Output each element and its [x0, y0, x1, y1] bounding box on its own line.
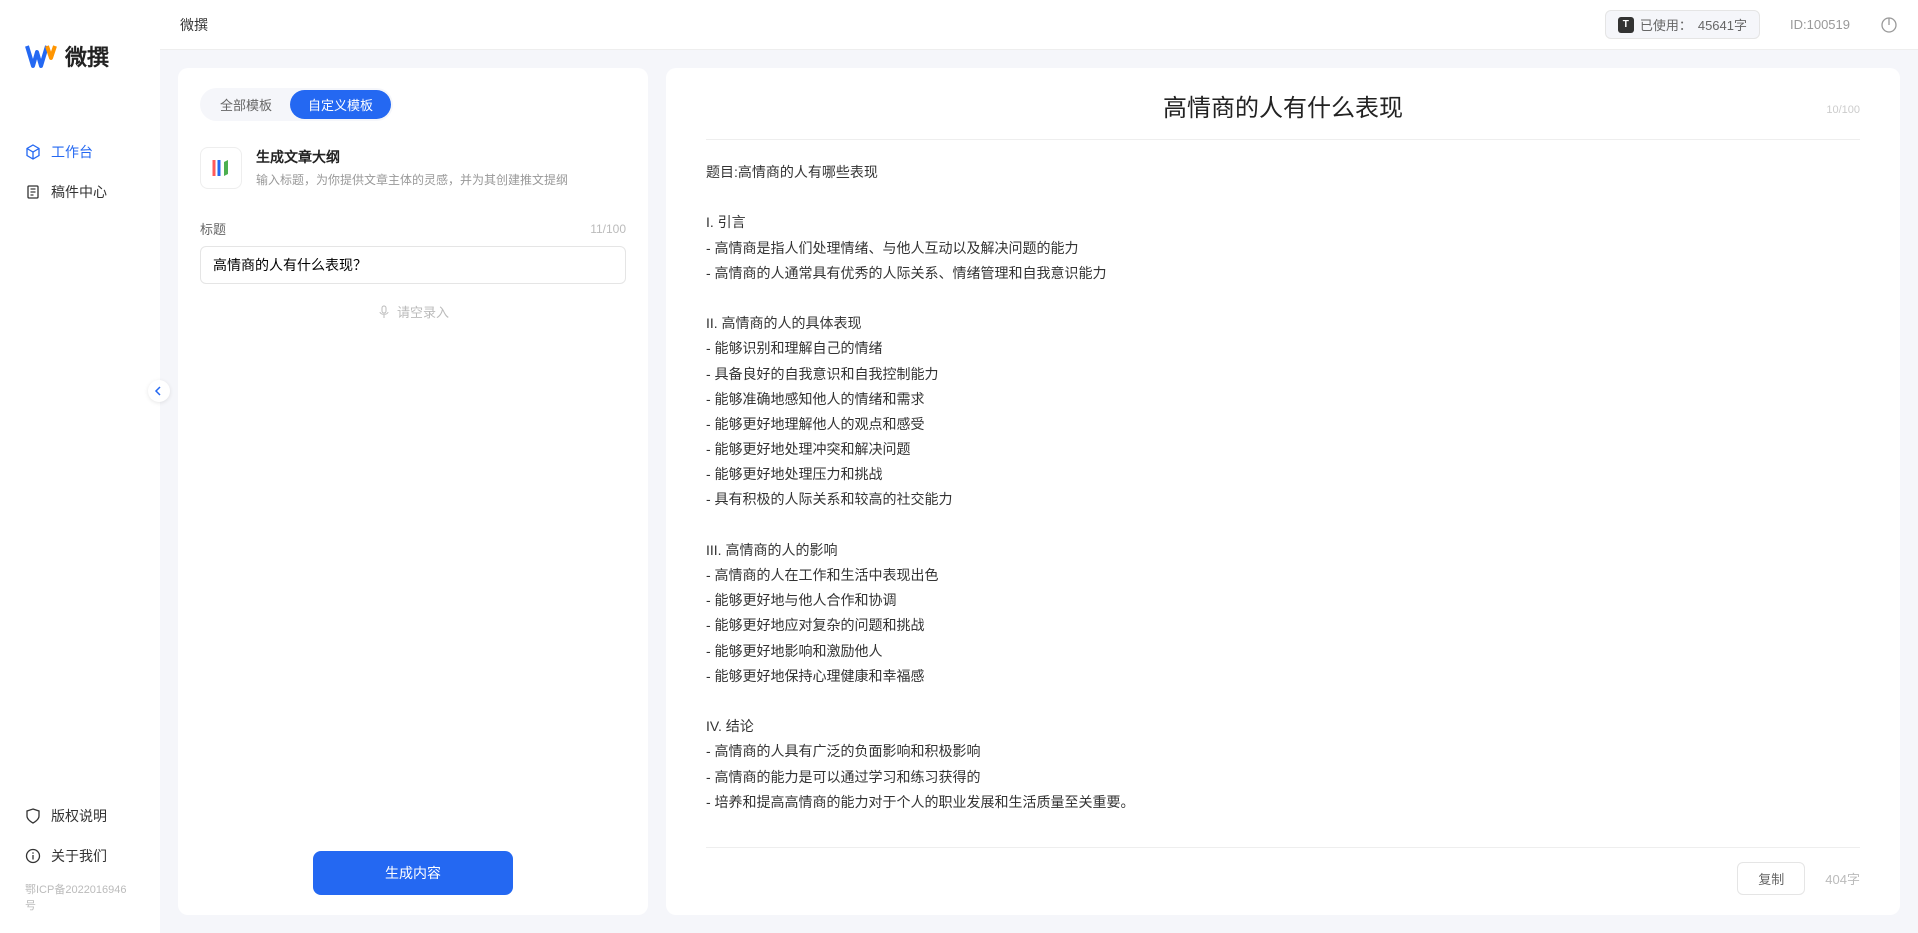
nav-label: 版权说明 [51, 806, 107, 826]
tab-all-templates[interactable]: 全部模板 [202, 90, 290, 119]
input-panel: 全部模板 自定义模板 [178, 68, 648, 915]
voice-input-row[interactable]: 请空录入 [200, 302, 626, 321]
output-body[interactable]: 题目:高情商的人有哪些表现 I. 引言 - 高情商是指人们处理情绪、与他人互动以… [706, 160, 1860, 847]
logo-text: 微撰 [65, 40, 109, 72]
tab-custom-template[interactable]: 自定义模板 [290, 90, 391, 119]
output-panel: 高情商的人有什么表现 10/100 题目:高情商的人有哪些表现 I. 引言 - … [666, 68, 1900, 915]
voice-hint: 请空录入 [397, 302, 449, 321]
shield-icon [25, 808, 41, 824]
usage-prefix: 已使用： [1640, 15, 1692, 34]
logo: 微撰 [0, 20, 160, 102]
nav-label: 关于我们 [51, 846, 107, 866]
nav-about[interactable]: 关于我们 [0, 836, 160, 876]
generate-button[interactable]: 生成内容 [313, 851, 513, 895]
template-icon [200, 147, 242, 189]
nav-drafts[interactable]: 稿件中心 [0, 172, 160, 212]
info-icon [25, 848, 41, 864]
nav-copyright[interactable]: 版权说明 [0, 796, 160, 836]
icp-text: 鄂ICP备2022016946号 [0, 876, 160, 918]
usage-badge[interactable]: T 已使用： 45641字 [1605, 10, 1760, 39]
output-title-count: 10/100 [1826, 104, 1860, 116]
nav: 工作台 稿件中心 [0, 102, 160, 796]
title-char-count: 11/100 [590, 222, 626, 236]
template-tabs: 全部模板 自定义模板 [200, 88, 393, 121]
sidebar: 微撰 工作台 稿件中心 版权说明 [0, 0, 160, 933]
logo-icon [25, 40, 57, 72]
cube-icon [25, 144, 41, 160]
mic-icon [377, 305, 391, 319]
document-icon [25, 184, 41, 200]
user-id: ID:100519 [1790, 17, 1850, 32]
template-desc: 输入标题，为你提供文章主体的灵感，并为其创建推文提纲 [256, 171, 626, 188]
nav-label: 工作台 [51, 142, 93, 162]
nav-workbench[interactable]: 工作台 [0, 132, 160, 172]
output-word-count: 404字 [1825, 869, 1860, 888]
title-input[interactable] [200, 246, 626, 284]
topbar-title: 微撰 [180, 15, 208, 35]
sidebar-bottom: 版权说明 关于我们 鄂ICP备2022016946号 [0, 796, 160, 933]
output-title: 高情商的人有什么表现 [706, 88, 1860, 123]
copy-button[interactable]: 复制 [1737, 862, 1805, 895]
topbar: 微撰 T 已使用： 45641字 ID:100519 [160, 0, 1918, 50]
usage-value: 45641字 [1698, 15, 1747, 34]
title-label: 标题 [200, 219, 226, 238]
power-icon[interactable] [1880, 16, 1898, 34]
text-icon: T [1618, 17, 1634, 33]
sidebar-collapse-handle[interactable] [148, 380, 170, 402]
nav-label: 稿件中心 [51, 182, 107, 202]
template-card: 生成文章大纲 输入标题，为你提供文章主体的灵感，并为其创建推文提纲 [200, 147, 626, 189]
template-title: 生成文章大纲 [256, 147, 626, 167]
